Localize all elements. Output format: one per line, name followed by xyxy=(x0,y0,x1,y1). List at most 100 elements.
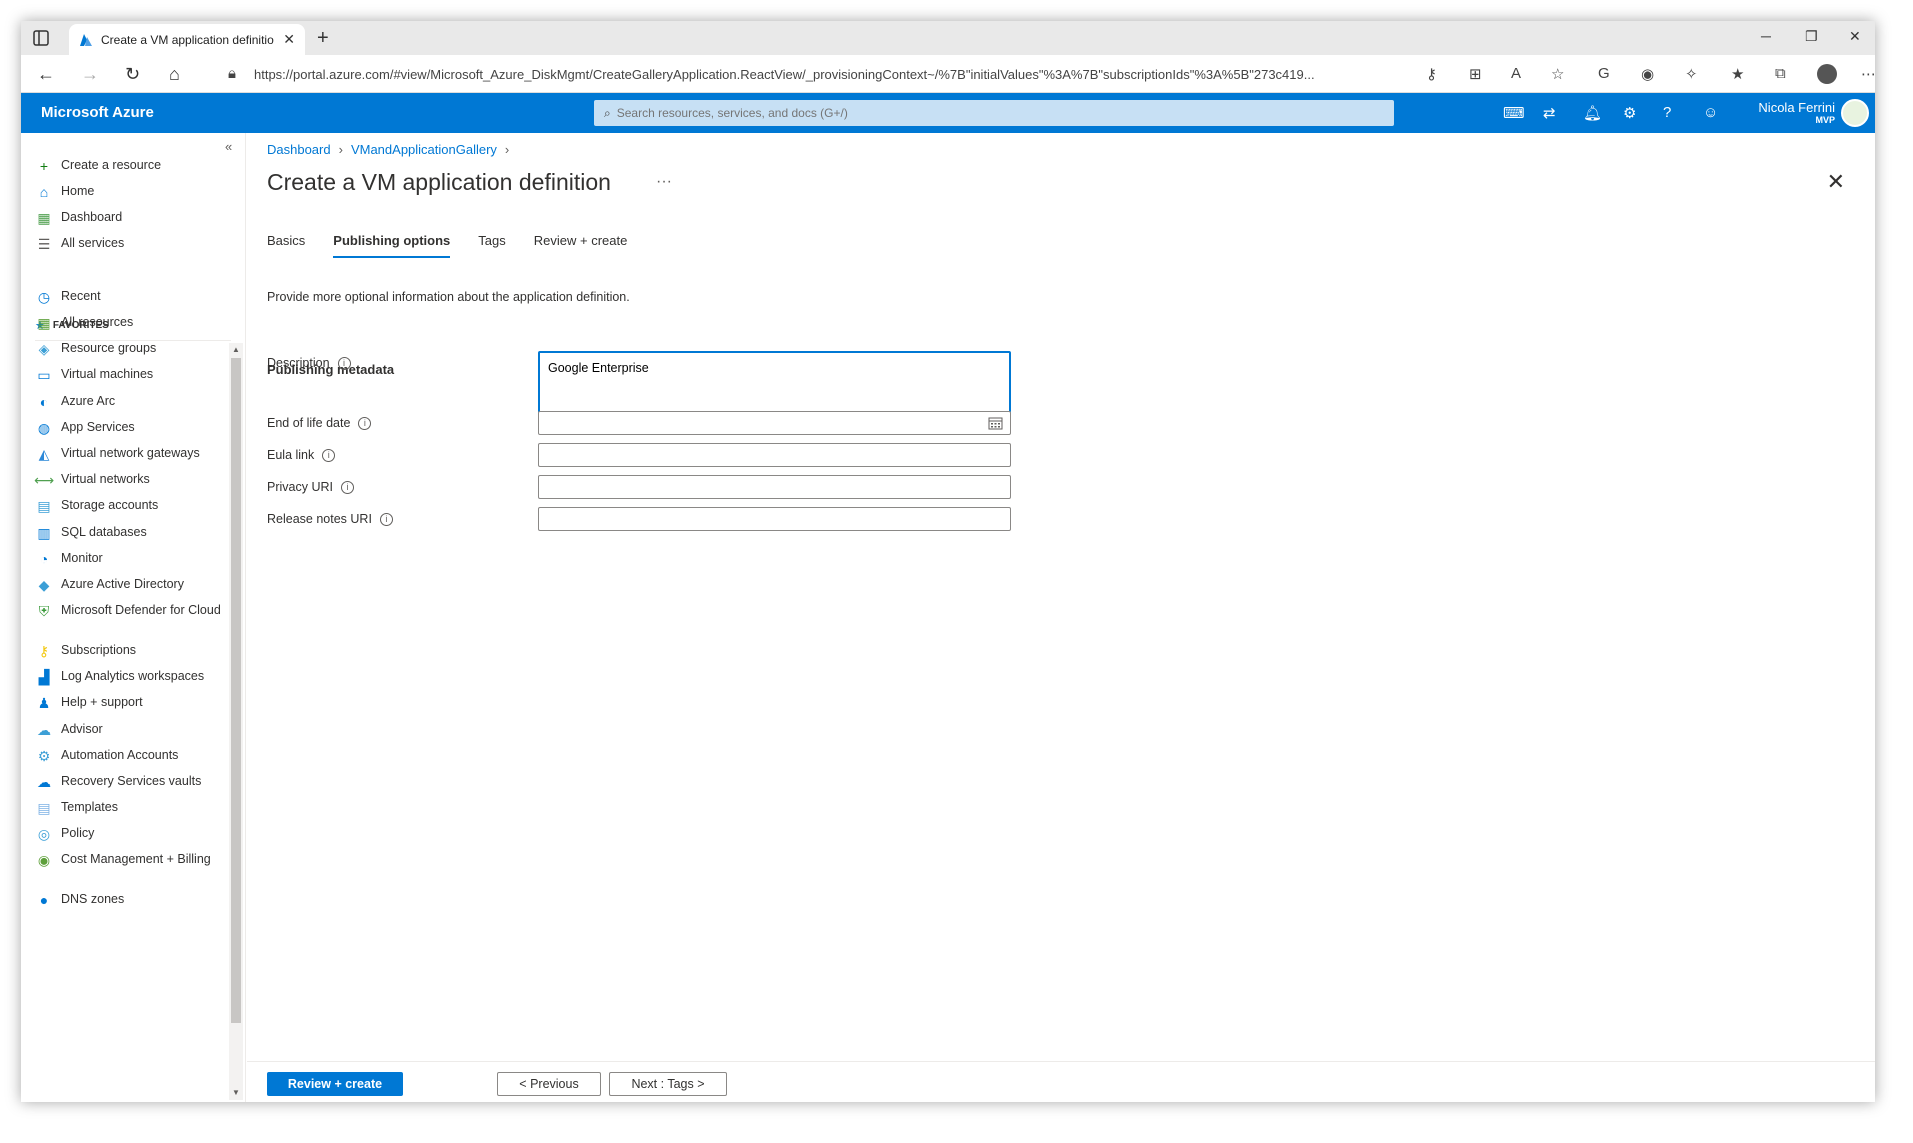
sidebar-item-azure-arc[interactable]: ◐ Azure Arc xyxy=(35,393,225,411)
url-field[interactable]: https://portal.azure.com/#view/Microsoft… xyxy=(254,67,1414,82)
lock-icon[interactable]: 🔒︎ xyxy=(228,65,236,82)
menu-scroll-thumb[interactable] xyxy=(231,358,241,1023)
review-create-button[interactable]: Review + create xyxy=(267,1072,403,1096)
release-notes-uri-field[interactable] xyxy=(538,507,1011,531)
help-icon[interactable]: ? xyxy=(1663,104,1671,121)
close-blade-icon[interactable]: ✕ xyxy=(1827,169,1845,195)
sidebar-item-monitor[interactable]: ◔ Monitor xyxy=(35,550,225,568)
sidebar-item-all-resources[interactable]: ▦ All resources xyxy=(35,314,225,332)
sidebar-item-all-services[interactable]: ☰ All services xyxy=(35,235,225,253)
sidebar-item-templates[interactable]: ▤ Templates xyxy=(35,799,225,817)
info-icon[interactable]: i xyxy=(379,512,393,526)
tab-review-create[interactable]: Review + create xyxy=(534,233,628,258)
sidebar-item-create-a-resource[interactable]: + Create a resource xyxy=(35,157,225,175)
tab-strip: Create a VM application definitio ✕ + ─ … xyxy=(21,21,1875,55)
sidebar-item-subscriptions[interactable]: ⚷ Subscriptions xyxy=(35,642,225,660)
tab-tags[interactable]: Tags xyxy=(478,233,505,258)
breadcrumb-dashboard[interactable]: Dashboard xyxy=(267,142,331,157)
read-aloud-icon[interactable]: A xyxy=(1511,65,1521,82)
sidebar-item-cost-management-billing[interactable]: ◉ Cost Management + Billing xyxy=(35,851,225,869)
tab-publishing-options[interactable]: Publishing options xyxy=(333,233,451,258)
sidebar-item-label: DNS zones xyxy=(61,892,125,906)
release-notes-label: Release notes URI xyxy=(267,512,372,526)
sidebar-item-dns-zones[interactable]: ● DNS zones xyxy=(35,891,225,909)
sidebar-item-virtual-network-gateways[interactable]: ◭ Virtual network gateways xyxy=(35,445,225,463)
sidebar-item-help-support[interactable]: ♟ Help + support xyxy=(35,694,225,712)
azure-brand[interactable]: Microsoft Azure xyxy=(41,104,154,121)
breadcrumb-gallery[interactable]: VMandApplicationGallery xyxy=(351,142,497,157)
calendar-icon[interactable] xyxy=(988,416,1003,430)
dns-icon: ● xyxy=(39,892,49,908)
next-tags-button[interactable]: Next : Tags > xyxy=(609,1072,727,1096)
sidebar-item-resource-groups[interactable]: ◈ Resource groups xyxy=(35,340,225,358)
sidebar-item-microsoft-defender-for-cloud[interactable]: ⛨ Microsoft Defender for Cloud xyxy=(35,602,225,620)
description-field[interactable]: Google Enterprise xyxy=(538,351,1011,413)
key-icon[interactable]: ⚷ xyxy=(1426,65,1437,83)
diamond-icon: ◆ xyxy=(38,576,50,593)
end-of-life-date-field[interactable] xyxy=(538,411,1011,435)
sidebar-item-recovery-services-vaults[interactable]: ☁ Recovery Services vaults xyxy=(35,773,225,791)
info-icon[interactable]: i xyxy=(340,480,354,494)
home-browser-icon[interactable]: ⌂ xyxy=(169,64,180,85)
sidebar-item-home[interactable]: ⌂ Home xyxy=(35,183,225,201)
sidebar-item-advisor[interactable]: ☁ Advisor xyxy=(35,721,225,739)
collapse-menu-icon[interactable]: « xyxy=(225,139,232,154)
browser-tab[interactable]: Create a VM application definitio ✕ xyxy=(69,24,305,55)
collections-icon[interactable]: ⧉ xyxy=(1775,65,1786,82)
minimize-icon[interactable]: ─ xyxy=(1761,28,1771,44)
sidebar-item-label: All resources xyxy=(61,315,134,329)
sidebar-item-sql-databases[interactable]: ▥ SQL databases xyxy=(35,524,225,542)
account-menu[interactable]: Nicola Ferrini MVP xyxy=(1758,100,1835,125)
tab-actions-icon[interactable] xyxy=(31,28,51,48)
sidebar-item-policy[interactable]: ◎ Policy xyxy=(35,825,225,843)
more-icon[interactable]: ⋯ xyxy=(1861,65,1875,83)
sidebar-item-storage-accounts[interactable]: ▤ Storage accounts xyxy=(35,497,225,515)
sidebar-item-recent[interactable]: ◷ Recent xyxy=(35,288,225,306)
sidebar-item-app-services[interactable]: ◍ App Services xyxy=(35,419,225,437)
info-icon[interactable]: i xyxy=(337,356,351,370)
sidebar-item-label: Microsoft Defender for Cloud xyxy=(61,603,221,617)
favorites-icon[interactable]: ★ xyxy=(1731,65,1744,83)
close-window-icon[interactable]: ✕ xyxy=(1849,28,1861,45)
gauge-icon: ◔ xyxy=(39,551,49,567)
directory-filter-icon[interactable]: ⇄ xyxy=(1543,104,1556,122)
sidebar-item-log-analytics-workspaces[interactable]: ▟ Log Analytics workspaces xyxy=(35,668,225,686)
sidebar-item-automation-accounts[interactable]: ⚙ Automation Accounts xyxy=(35,747,225,765)
back-icon[interactable]: ← xyxy=(37,64,55,85)
sidebar-item-label: Azure Arc xyxy=(61,394,116,408)
eula-link-field[interactable] xyxy=(538,443,1011,467)
favorite-icon[interactable]: ☆ xyxy=(1551,65,1564,83)
search-input[interactable] xyxy=(616,106,1357,120)
restore-icon[interactable]: ❐ xyxy=(1805,28,1818,45)
forward-icon[interactable]: → xyxy=(81,64,99,85)
more-options-icon[interactable]: ··· xyxy=(656,173,672,191)
extension-icon[interactable]: ◉ xyxy=(1641,65,1654,83)
cloud-shell-icon[interactable]: ⌨ xyxy=(1503,104,1525,122)
feedback-icon[interactable]: ☺ xyxy=(1703,104,1718,121)
person-icon: ♟ xyxy=(37,694,51,711)
tab-basics[interactable]: Basics xyxy=(267,233,305,258)
scroll-up-icon[interactable]: ▲ xyxy=(232,345,240,354)
new-tab-icon[interactable]: + xyxy=(317,27,329,50)
info-icon[interactable]: i xyxy=(358,416,372,430)
global-search[interactable]: ⌕ xyxy=(594,100,1394,126)
apps-icon[interactable]: ⊞ xyxy=(1469,65,1482,83)
google-icon[interactable]: G xyxy=(1598,65,1610,82)
notifications-icon[interactable]: 🔔︎ xyxy=(1583,104,1602,122)
sidebar-item-virtual-machines[interactable]: ▭ Virtual machines xyxy=(35,366,225,384)
user-avatar[interactable] xyxy=(1841,99,1869,127)
globe-icon: ◍ xyxy=(37,419,51,436)
sidebar-item-azure-active-directory[interactable]: ◆ Azure Active Directory xyxy=(35,576,225,594)
info-icon[interactable]: i xyxy=(322,448,336,462)
refresh-icon[interactable]: ↻ xyxy=(125,64,140,85)
scroll-down-icon[interactable]: ▼ xyxy=(232,1088,240,1097)
privacy-uri-field[interactable] xyxy=(538,475,1011,499)
sidebar-item-dashboard[interactable]: ▦ Dashboard xyxy=(35,209,225,227)
sidebar-item-label: Policy xyxy=(61,826,95,840)
settings-icon[interactable]: ⚙ xyxy=(1623,104,1636,122)
previous-button[interactable]: < Previous xyxy=(497,1072,601,1096)
tab-close-icon[interactable]: ✕ xyxy=(283,31,295,48)
extensions-icon[interactable]: ✧ xyxy=(1685,65,1698,83)
profile-avatar[interactable] xyxy=(1817,64,1837,84)
sidebar-item-virtual-networks[interactable]: ⟷ Virtual networks xyxy=(34,471,225,489)
